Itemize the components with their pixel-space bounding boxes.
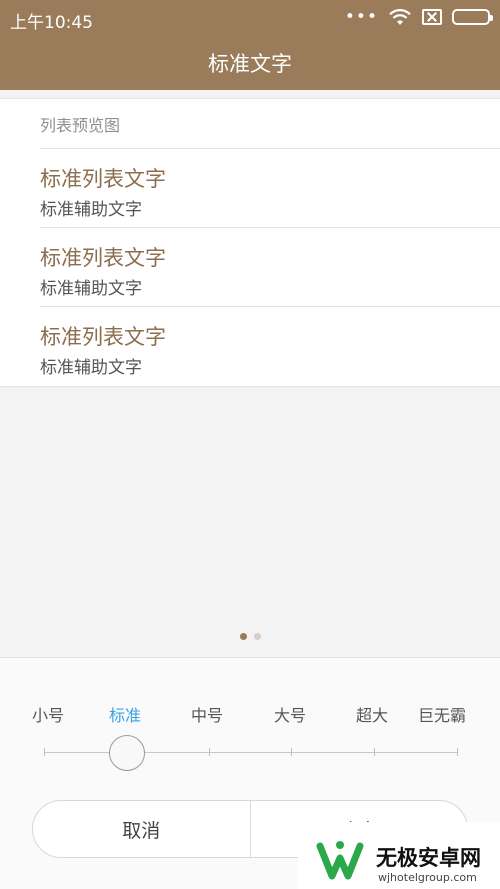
slider-tick	[44, 748, 45, 756]
size-option-medium[interactable]: 中号	[191, 702, 223, 726]
font-size-slider-thumb[interactable]	[109, 735, 145, 771]
title-bar: 标准文字	[0, 36, 500, 90]
size-option-standard[interactable]: 标准	[109, 702, 141, 726]
wifi-icon	[389, 9, 411, 25]
watermark-url: wjhotelgroup.com	[378, 871, 477, 884]
page-dot	[253, 633, 261, 640]
list-item: 标准列表文字 标准辅助文字	[40, 228, 500, 307]
list-item: 标准列表文字 标准辅助文字	[40, 149, 500, 228]
battery-icon	[452, 9, 493, 25]
list-item: 标准列表文字 标准辅助文字	[40, 307, 500, 386]
size-option-large[interactable]: 大号	[274, 702, 306, 726]
list-item-subtitle: 标准辅助文字	[40, 200, 142, 220]
page-dot	[239, 633, 247, 640]
page-title: 标准文字	[208, 52, 292, 76]
slider-tick	[291, 748, 292, 756]
size-option-extra-large[interactable]: 超大	[356, 702, 388, 726]
preview-header: 列表预览图	[40, 99, 500, 149]
dots-icon: •••	[344, 7, 378, 27]
watermark-name: 无极安卓网	[376, 846, 481, 870]
slider-tick	[374, 748, 375, 756]
size-option-huge[interactable]: 巨无霸	[418, 702, 466, 726]
sim-disabled-icon	[422, 9, 442, 25]
list-item-title: 标准列表文字	[40, 167, 166, 191]
status-time: 上午10:45	[10, 13, 93, 33]
slider-tick	[457, 748, 458, 756]
list-item-title: 标准列表文字	[40, 325, 166, 349]
list-item-title: 标准列表文字	[40, 246, 166, 270]
list-preview-panel: 列表预览图 标准列表文字 标准辅助文字 标准列表文字 标准辅助文字 标准列表文字…	[0, 98, 500, 387]
size-option-small[interactable]: 小号	[32, 702, 64, 726]
cancel-button[interactable]: 取消	[33, 801, 250, 857]
site-watermark: 无极安卓网 wjhotelgroup.com	[298, 822, 500, 889]
list-item-subtitle: 标准辅助文字	[40, 279, 142, 299]
list-item-subtitle: 标准辅助文字	[40, 358, 142, 378]
font-size-slider-track[interactable]	[44, 752, 458, 753]
slider-tick	[209, 748, 210, 756]
watermark-logo-icon	[316, 841, 364, 880]
status-icons: •••	[344, 7, 493, 27]
status-bar: 上午10:45 •••	[0, 0, 500, 36]
page-indicator	[0, 633, 500, 640]
